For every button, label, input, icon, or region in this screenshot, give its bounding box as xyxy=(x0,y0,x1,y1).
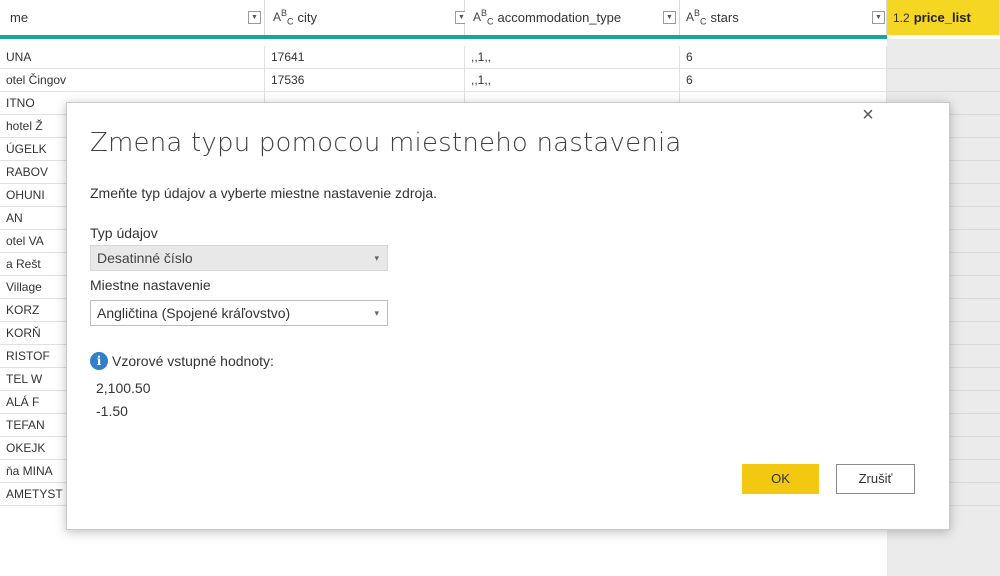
column-header-accommodation-type[interactable]: ABC accommodation_type ▼ xyxy=(465,0,680,35)
cell-accommodation-type[interactable]: ,,1,, xyxy=(465,46,680,69)
dialog-title: Zmena typu pomocou miestneho nastavenia xyxy=(90,128,682,158)
column-header-label: accommodation_type xyxy=(497,10,622,25)
text-type-icon[interactable]: ABC xyxy=(473,8,494,26)
column-filter-dropdown-icon[interactable]: ▼ xyxy=(872,11,885,24)
column-header-name[interactable]: me ▼ xyxy=(0,0,265,35)
cell-stars[interactable]: 6 xyxy=(680,46,887,69)
text-type-icon[interactable]: ABC xyxy=(686,8,707,26)
locale-value: Angličtina (Spojené kráľovstvo) xyxy=(97,305,291,321)
data-type-value: Desatinné číslo xyxy=(97,250,193,266)
decimal-type-icon[interactable]: 1.2 xyxy=(893,11,910,25)
close-icon[interactable]: × xyxy=(856,103,880,127)
column-header-stars[interactable]: ABC stars ▼ xyxy=(680,0,887,35)
column-header-label: stars xyxy=(710,10,739,25)
cell-city[interactable]: 17641 xyxy=(265,46,465,69)
column-header-city[interactable]: ABC city ▼ xyxy=(265,0,468,35)
locale-label: Miestne nastavenie xyxy=(90,277,211,293)
cell-accommodation-type[interactable]: ,,1,, xyxy=(465,69,680,92)
cell-name[interactable]: UNA xyxy=(0,46,265,69)
sample-values-label: Vzorové vstupné hodnoty: xyxy=(112,353,274,369)
locale-select[interactable]: Angličtina (Spojené kráľovstvo) ▾ xyxy=(90,300,388,326)
data-type-label: Typ údajov xyxy=(90,225,158,241)
text-type-icon[interactable]: ABC xyxy=(273,8,294,26)
sample-value: -1.50 xyxy=(96,403,128,419)
cell-name[interactable]: otel Čingov xyxy=(0,69,265,92)
info-icon: i xyxy=(90,352,108,370)
sample-values-heading: i Vzorové vstupné hodnoty: xyxy=(90,352,274,370)
cell-city[interactable]: 17536 xyxy=(265,69,465,92)
column-header-label: city xyxy=(297,10,318,25)
column-header-price-list[interactable]: 1.2 price_list xyxy=(887,0,1000,35)
sample-value: 2,100.50 xyxy=(96,380,151,396)
cell-stars[interactable]: 6 xyxy=(680,69,887,92)
price-cell-divider xyxy=(887,68,1000,69)
ok-button[interactable]: OK xyxy=(742,464,819,494)
column-filter-dropdown-icon[interactable]: ▼ xyxy=(663,11,676,24)
cancel-button[interactable]: Zrušiť xyxy=(836,464,915,494)
chevron-down-icon: ▾ xyxy=(374,253,379,263)
column-header-label: price_list xyxy=(913,10,971,25)
header-underline xyxy=(0,35,887,39)
column-header-label: me xyxy=(10,10,29,25)
column-filter-dropdown-icon[interactable]: ▼ xyxy=(248,11,261,24)
dialog-subtitle: Zmeňte typ údajov a vyberte miestne nast… xyxy=(90,185,438,201)
data-type-select[interactable]: Desatinné číslo ▾ xyxy=(90,245,388,271)
chevron-down-icon: ▾ xyxy=(374,308,379,318)
price-cell-divider xyxy=(887,91,1000,92)
